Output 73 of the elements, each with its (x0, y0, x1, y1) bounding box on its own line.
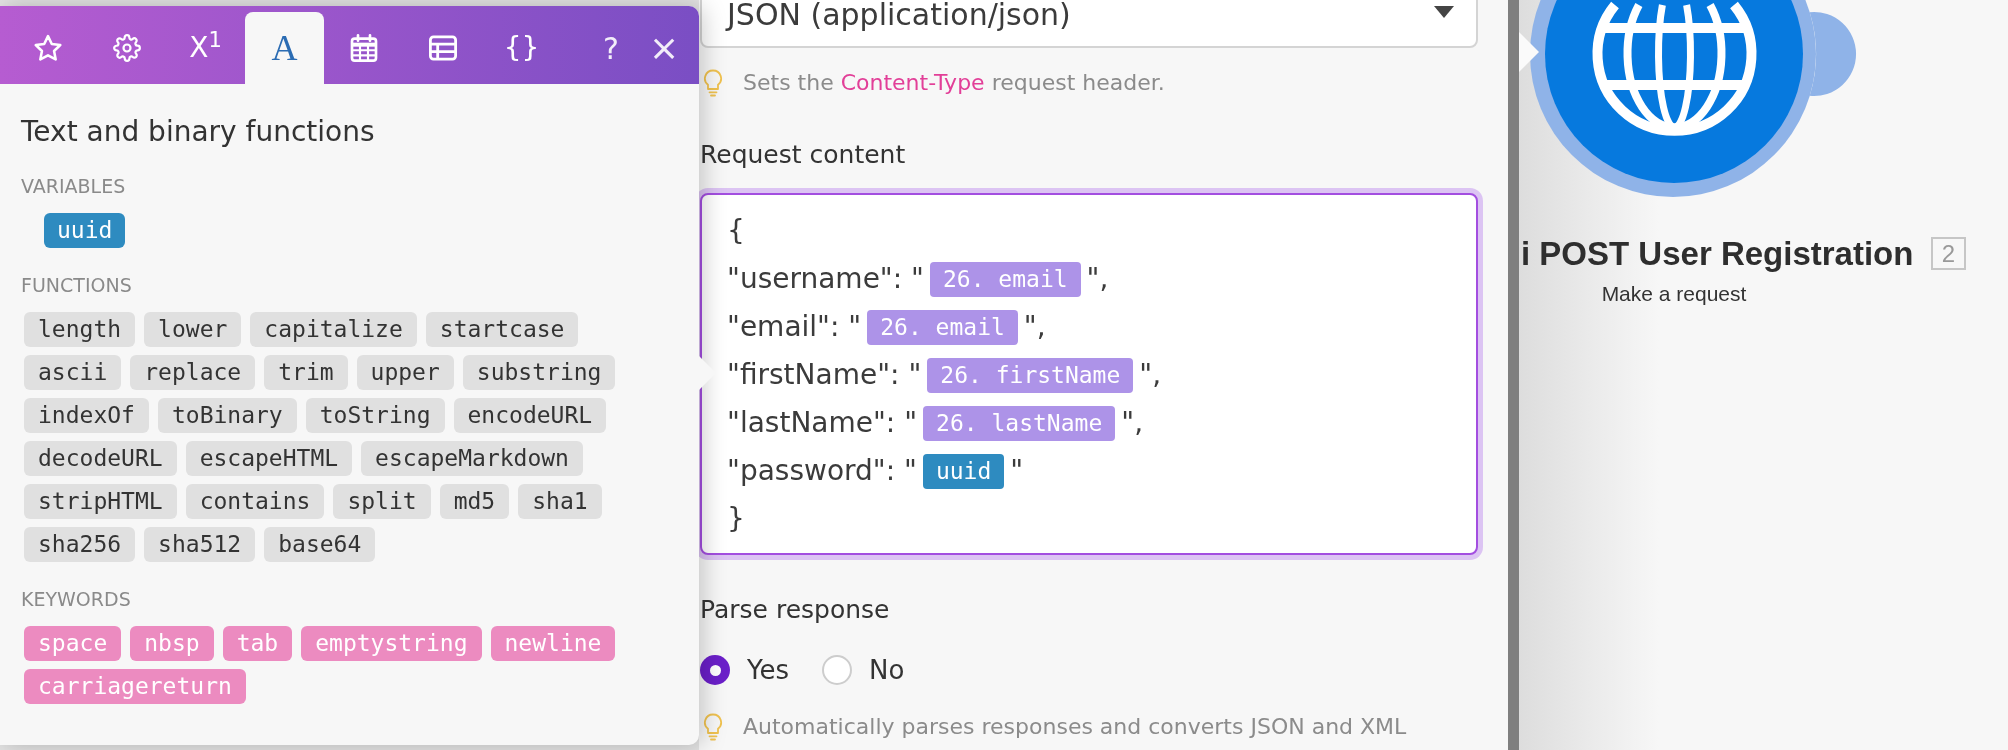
code-text: { (727, 213, 745, 249)
code-text: "email": " (727, 309, 862, 345)
function-tag[interactable]: encodeURL (453, 398, 607, 433)
gear-icon (112, 34, 141, 62)
function-tag[interactable]: decodeURL (24, 441, 177, 476)
mapped-value-tag: 26. email (929, 261, 1081, 297)
module-title: i POST User Registration (1521, 234, 1914, 274)
hint-text: Automatically parses responses and converts JSON and XML (743, 713, 1407, 741)
module-subtitle: Make a request (1601, 281, 1747, 307)
function-tag[interactable]: length (24, 312, 136, 347)
code-text: " (1010, 453, 1024, 489)
function-tag[interactable]: toBinary (157, 398, 297, 433)
help-button[interactable]: ? (586, 12, 636, 84)
mapped-value-tag: 26. lastName (923, 405, 1116, 441)
globe-icon (1592, 2, 1757, 136)
function-tag[interactable]: ascii (24, 355, 122, 390)
function-tag[interactable]: sha512 (144, 527, 256, 562)
section-heading: FUNCTIONS (21, 274, 133, 296)
radio-button[interactable] (822, 655, 852, 685)
function-tag[interactable]: md5 (439, 484, 510, 519)
function-tag[interactable]: base64 (264, 527, 376, 562)
content-type-dropdown[interactable]: JSON (application/json) (700, 0, 1478, 48)
function-tag[interactable]: escapeMarkdown (361, 441, 583, 476)
field-label: Parse response (700, 594, 891, 626)
code-text: "lastName": " (727, 405, 918, 441)
lightbulb-icon (703, 713, 723, 741)
function-tag[interactable]: sha1 (518, 484, 602, 519)
table-icon (428, 34, 457, 62)
function-tag: uuid (922, 453, 1005, 489)
tab[interactable]: {} (482, 12, 561, 84)
panel-title: Text and binary functions (21, 115, 376, 149)
function-tag[interactable]: sha256 (24, 527, 136, 562)
field-label: Request content (700, 139, 907, 171)
code-text: ", (1086, 261, 1109, 297)
tab[interactable]: A (245, 12, 324, 84)
function-tag[interactable]: toString (305, 398, 445, 433)
section-heading: KEYWORDS (21, 588, 132, 610)
function-tag[interactable]: lower (144, 312, 242, 347)
function-tag[interactable]: upper (356, 355, 454, 390)
mapped-value-tag: 26. firstName (927, 357, 1134, 393)
code-text: "password": " (727, 453, 917, 489)
function-tag[interactable]: startcase (425, 312, 579, 347)
module-node[interactable] (1519, 0, 1859, 200)
radio-label[interactable]: No (869, 654, 905, 686)
function-tag[interactable]: trim (264, 355, 348, 390)
function-tag[interactable]: escapeHTML (185, 441, 353, 476)
code-text: ", (1023, 309, 1046, 345)
output-handle[interactable] (1809, 12, 1857, 96)
code-text: "firstName": " (727, 357, 922, 393)
caret-icon (1434, 6, 1454, 18)
function-tag[interactable]: replace (130, 355, 256, 390)
function-tag[interactable]: split (333, 484, 431, 519)
star-icon (33, 34, 62, 62)
close-button[interactable]: × (639, 12, 689, 84)
count-badge: 2 (1931, 237, 1966, 270)
function-tag[interactable]: indexOf (24, 398, 149, 433)
tab[interactable]: X$^{1}$ (166, 12, 245, 84)
function-tag[interactable]: substring (462, 355, 616, 390)
function-tag[interactable]: contains (185, 484, 325, 519)
radio-button[interactable] (700, 655, 730, 685)
hint-text: Sets the Content-Type request header. (743, 69, 1165, 97)
mapped-value-tag: 26. email (867, 309, 1018, 345)
code-text: "username": " (727, 261, 924, 297)
lightbulb-icon (703, 69, 723, 97)
radio-label[interactable]: Yes (747, 654, 789, 686)
code-text: ", (1121, 405, 1144, 441)
section-heading: VARIABLES (21, 175, 127, 197)
function-tag[interactable]: stripHTML (24, 484, 177, 519)
variable-tag[interactable]: uuid (44, 213, 126, 248)
calendar-icon (349, 34, 378, 62)
code-text: } (727, 501, 745, 537)
function-tag[interactable]: capitalize (250, 312, 417, 347)
code-text: ", (1139, 357, 1162, 393)
